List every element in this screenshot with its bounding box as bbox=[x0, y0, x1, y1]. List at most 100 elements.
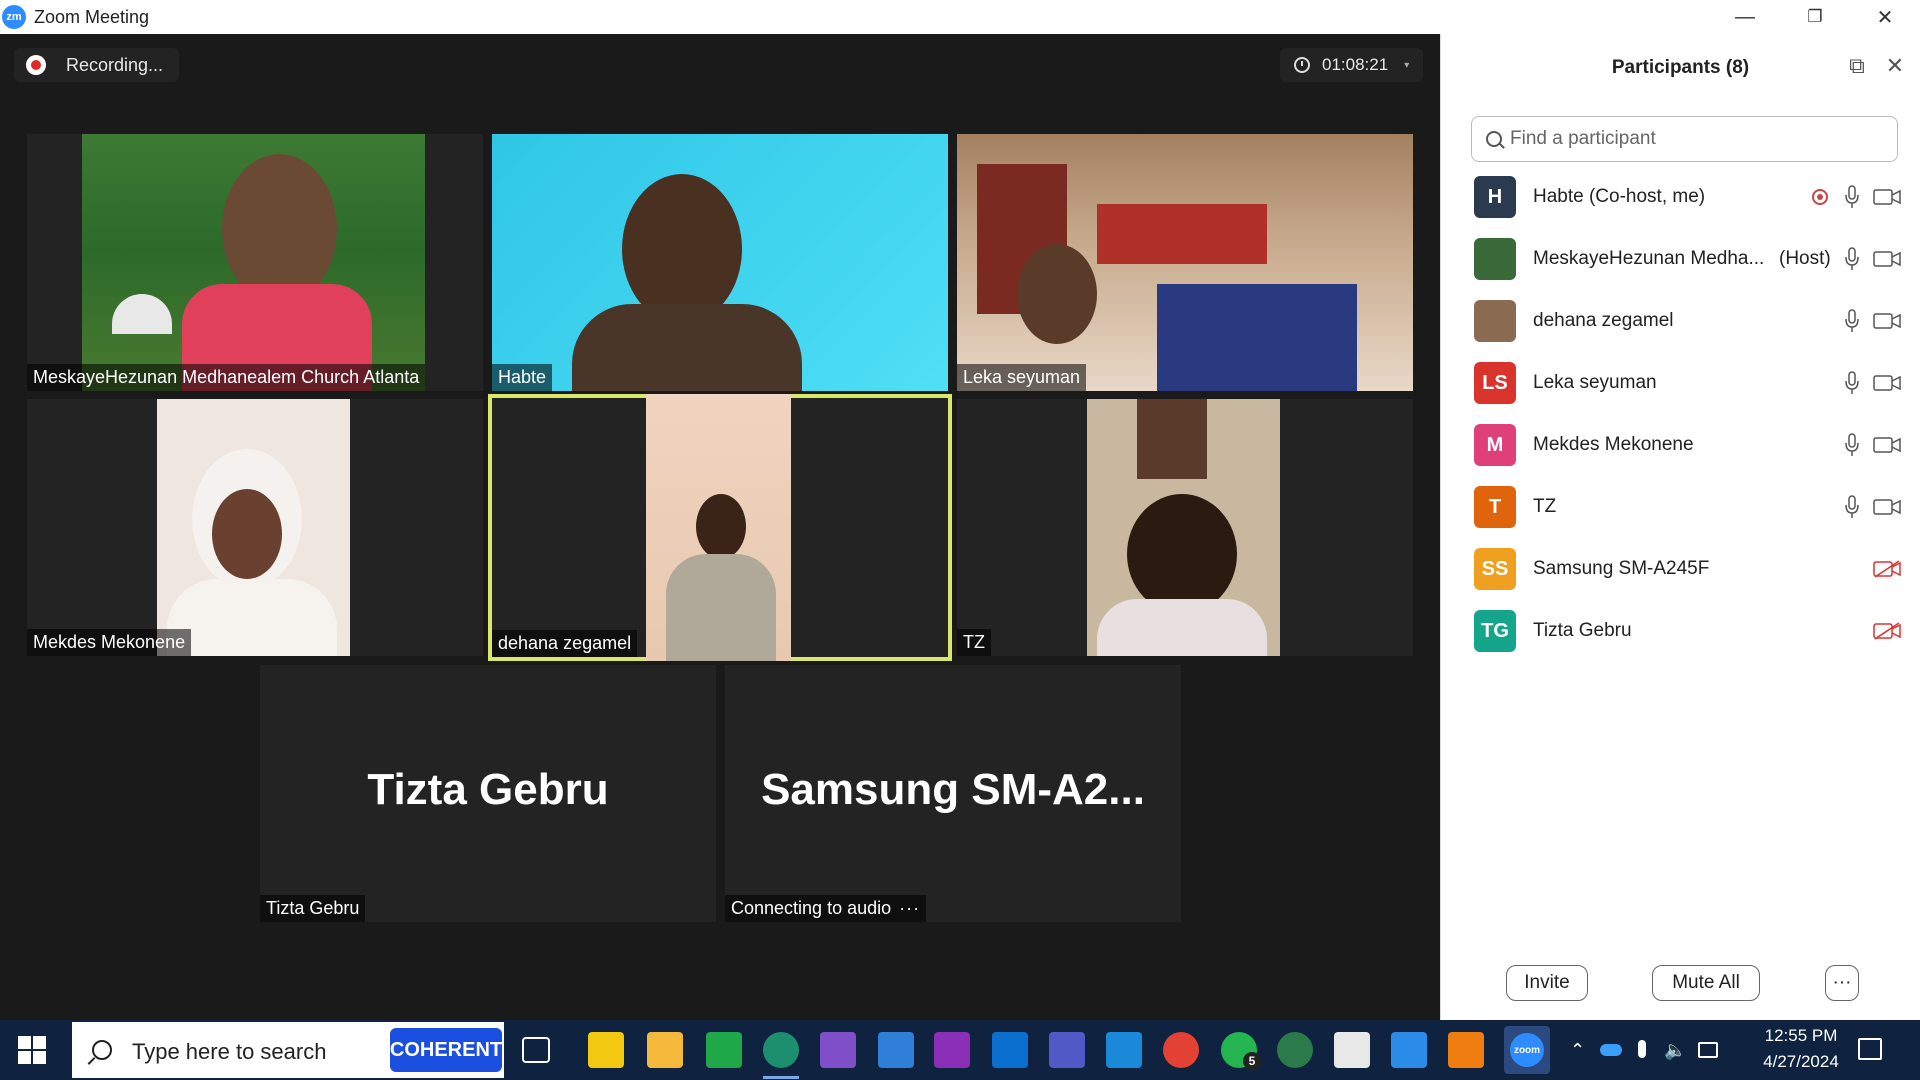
photos-icon[interactable] bbox=[1391, 1032, 1427, 1068]
popout-icon[interactable]: ⧉ bbox=[1843, 52, 1871, 80]
video-feed bbox=[82, 134, 425, 391]
participant-row[interactable]: LS Leka seyuman bbox=[1441, 352, 1920, 414]
close-window-button[interactable]: ✕ bbox=[1850, 0, 1920, 34]
video-camera-icon[interactable] bbox=[1873, 188, 1901, 206]
taskbar-date[interactable]: 4/27/2024 bbox=[1736, 1052, 1866, 1072]
avatar: LS bbox=[1474, 362, 1516, 404]
tile-name-label: Habte bbox=[492, 364, 553, 391]
teams-icon[interactable] bbox=[1049, 1032, 1085, 1068]
taskbar: Type here to search COHERENT 5 zoom ⌃ 🔈 … bbox=[0, 1020, 1920, 1080]
microsoft-store-icon[interactable] bbox=[1334, 1032, 1370, 1068]
battery-icon[interactable] bbox=[1698, 1042, 1718, 1058]
more-options-button[interactable]: ··· bbox=[1825, 965, 1859, 1001]
video-tile[interactable]: TZ bbox=[957, 399, 1413, 656]
onedrive-icon[interactable] bbox=[1600, 1044, 1622, 1056]
participant-row[interactable]: M Mekdes Mekonene bbox=[1441, 414, 1920, 476]
participant-row[interactable]: dehana zegamel bbox=[1441, 290, 1920, 352]
window-title: Zoom Meeting bbox=[34, 6, 150, 27]
meeting-timer[interactable]: 01:08:21 ▾ bbox=[1280, 48, 1424, 82]
participant-image bbox=[222, 154, 337, 304]
search-icon bbox=[1486, 131, 1502, 147]
title-bar: zm Zoom Meeting — ❐ ✕ bbox=[0, 0, 1920, 34]
task-view-icon[interactable] bbox=[522, 1037, 550, 1063]
video-camera-icon[interactable] bbox=[1873, 250, 1901, 268]
video-tile[interactable]: MeskayeHezunan Medhanealem Church Atlant… bbox=[27, 134, 483, 391]
vscode-icon[interactable] bbox=[1106, 1032, 1142, 1068]
windows-start-icon[interactable] bbox=[18, 1036, 46, 1064]
video-off-icon[interactable] bbox=[1873, 622, 1901, 640]
search-placeholder: Type here to search bbox=[132, 1039, 327, 1064]
volume-icon[interactable]: 🔈 bbox=[1664, 1040, 1686, 1061]
minimize-button[interactable]: — bbox=[1710, 0, 1780, 34]
invite-button[interactable]: Invite bbox=[1506, 965, 1588, 1001]
avatar: H bbox=[1474, 176, 1516, 218]
taskbar-search[interactable]: Type here to search COHERENT bbox=[72, 1022, 504, 1078]
microphone-icon[interactable] bbox=[1845, 247, 1859, 271]
mute-all-button[interactable]: Mute All bbox=[1652, 965, 1760, 1001]
participant-name: dehana zegamel bbox=[1533, 310, 1674, 331]
vlc-icon[interactable] bbox=[1448, 1032, 1484, 1068]
search-icon bbox=[92, 1040, 112, 1060]
video-tile[interactable]: Samsung SM-A2... Connecting to audio ··· bbox=[725, 665, 1181, 922]
participant-search[interactable] bbox=[1471, 116, 1898, 162]
whatsapp-icon[interactable]: 5 bbox=[1221, 1032, 1261, 1070]
notifications-icon[interactable] bbox=[1858, 1038, 1882, 1060]
participant-name: Tizta Gebru bbox=[1533, 620, 1632, 641]
video-camera-icon[interactable] bbox=[1873, 312, 1901, 330]
coherent-button[interactable]: COHERENT bbox=[390, 1028, 502, 1072]
taskbar-time[interactable]: 12:55 PM bbox=[1736, 1026, 1866, 1046]
clock-icon bbox=[1294, 57, 1310, 73]
audio-status-text: Connecting to audio bbox=[731, 898, 892, 918]
video-tile[interactable]: Habte bbox=[492, 134, 948, 391]
video-camera-icon[interactable] bbox=[1873, 498, 1901, 516]
microphone-icon[interactable] bbox=[1845, 371, 1859, 395]
participant-row[interactable]: SS Samsung SM-A245F bbox=[1441, 538, 1920, 600]
recording-indicator[interactable]: Recording... bbox=[14, 48, 180, 82]
participant-row[interactable]: T TZ bbox=[1441, 476, 1920, 538]
video-tile[interactable]: Tizta Gebru Tizta Gebru bbox=[260, 665, 716, 922]
file-explorer-icon[interactable] bbox=[647, 1032, 683, 1068]
restore-button[interactable]: ❐ bbox=[1780, 0, 1850, 34]
microphone-icon[interactable] bbox=[1845, 309, 1859, 333]
edge-browser-icon[interactable] bbox=[763, 1032, 799, 1068]
microphone-icon[interactable] bbox=[1845, 495, 1859, 519]
tile-name-label: TZ bbox=[957, 629, 991, 656]
video-tile[interactable]: Mekdes Mekonene bbox=[27, 399, 483, 656]
zoom-logo-icon: zm bbox=[2, 5, 26, 29]
globe-app-icon[interactable] bbox=[1277, 1032, 1313, 1068]
video-feed bbox=[1087, 399, 1280, 656]
video-tile[interactable]: Leka seyuman bbox=[957, 134, 1413, 391]
visual-studio-icon[interactable] bbox=[820, 1032, 856, 1068]
tile-name-label: MeskayeHezunan Medhanealem Church Atlant… bbox=[27, 364, 426, 391]
participant-name: Habte (Co-host, me) bbox=[1533, 186, 1706, 207]
store-app-icon[interactable] bbox=[878, 1032, 914, 1068]
notification-badge: 5 bbox=[1243, 1052, 1261, 1070]
microphone-icon[interactable] bbox=[1845, 433, 1859, 457]
chrome-icon[interactable] bbox=[1163, 1032, 1199, 1068]
microphone-icon[interactable] bbox=[1845, 185, 1859, 209]
search-input[interactable] bbox=[1510, 128, 1890, 150]
avatar bbox=[1474, 300, 1516, 342]
chevron-down-icon: ▾ bbox=[1404, 59, 1410, 71]
power-bi-icon[interactable] bbox=[588, 1032, 624, 1068]
video-camera-icon[interactable] bbox=[1873, 374, 1901, 392]
chevron-up-icon[interactable]: ⌃ bbox=[1570, 1040, 1585, 1061]
participant-row[interactable]: H Habte (Co-host, me) bbox=[1441, 166, 1920, 228]
participant-row[interactable]: TG Tizta Gebru bbox=[1441, 600, 1920, 662]
video-camera-icon[interactable] bbox=[1873, 436, 1901, 454]
avatar: TG bbox=[1474, 610, 1516, 652]
microphone-icon[interactable] bbox=[1638, 1040, 1646, 1058]
onenote-icon[interactable] bbox=[934, 1032, 970, 1068]
avatar bbox=[1474, 238, 1516, 280]
close-icon[interactable]: ✕ bbox=[1881, 52, 1909, 80]
participant-row[interactable]: MeskayeHezunan Medha... (Host) bbox=[1441, 228, 1920, 290]
zoom-taskbar-button[interactable]: zoom bbox=[1504, 1026, 1550, 1074]
outlook-icon[interactable] bbox=[992, 1032, 1028, 1068]
participants-panel: Participants (8) ⧉ ✕ HHabte (Co-host, me… bbox=[1440, 34, 1920, 1020]
participant-role: (Host) bbox=[1779, 248, 1831, 269]
active-speaker-tile[interactable]: dehana zegamel bbox=[488, 394, 952, 661]
participant-name: Mekdes Mekonene bbox=[1533, 434, 1694, 455]
tile-name-label: dehana zegamel bbox=[492, 630, 638, 657]
video-off-icon[interactable] bbox=[1873, 560, 1901, 578]
snipping-tool-icon[interactable] bbox=[706, 1032, 742, 1068]
